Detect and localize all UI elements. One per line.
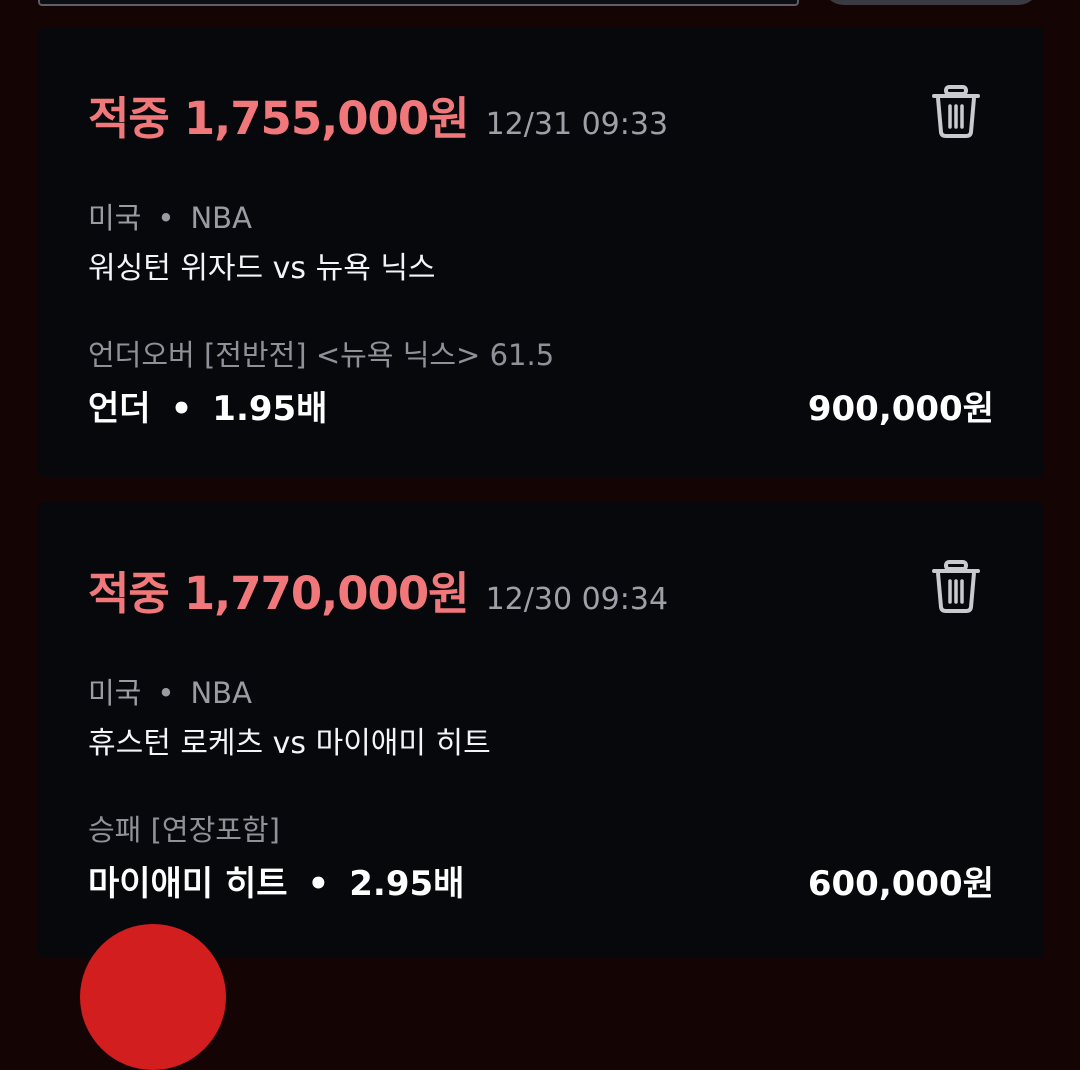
match-title: 워싱턴 위자드 vs 뉴욕 닉스 (88, 251, 436, 286)
market-label: 승패 [연장포함] (88, 813, 280, 847)
odds-label: 2.95배 (349, 864, 465, 904)
separator-dot: • (157, 201, 175, 235)
trash-icon[interactable] (931, 85, 981, 139)
result-status: 적중 (88, 92, 170, 145)
top-action-button[interactable] (822, 0, 1040, 5)
bet-result: 적중 1,770,000원 12/30 09:34 (88, 557, 668, 622)
pick-info: 언더 • 1.95배 (88, 381, 327, 430)
bet-card: 적중 1,755,000원 12/31 09:33 미국 • NBA 워싱턴 위자드… (38, 27, 1044, 477)
bet-result: 적중 1,755,000원 12/31 09:33 (88, 82, 668, 147)
search-input[interactable] (38, 0, 799, 6)
separator-dot: • (170, 389, 193, 429)
match-title: 휴스턴 로케츠 vs 마이애미 히트 (88, 726, 491, 761)
payout-amount: 1,755,000원 (183, 92, 470, 145)
odds-label: 1.95배 (212, 389, 328, 429)
floating-action-button[interactable] (80, 924, 226, 1070)
pick-info: 마이애미 히트 • 2.95배 (88, 856, 464, 905)
separator-dot: • (307, 864, 330, 904)
league-info: 미국 • NBA (88, 195, 252, 237)
trash-icon[interactable] (931, 560, 981, 614)
league-info: 미국 • NBA (88, 670, 252, 712)
result-status: 적중 (88, 567, 170, 620)
bet-timestamp: 12/31 09:33 (485, 107, 669, 142)
stake-amount: 900,000원 (807, 389, 994, 429)
separator-dot: • (157, 676, 175, 710)
pick-label: 마이애미 히트 (88, 864, 288, 904)
bet-card: 적중 1,770,000원 12/30 09:34 미국 • NBA 휴스턴 로케츠… (38, 502, 1044, 958)
league-label: NBA (190, 676, 252, 710)
country-label: 미국 (88, 676, 142, 710)
league-label: NBA (190, 201, 252, 235)
pick-label: 언더 (88, 389, 151, 429)
stake-amount: 600,000원 (807, 864, 994, 904)
payout-amount: 1,770,000원 (183, 567, 470, 620)
bet-timestamp: 12/30 09:34 (485, 582, 669, 617)
country-label: 미국 (88, 201, 142, 235)
market-label: 언더오버 [전반전] <뉴욕 닉스> 61.5 (88, 338, 555, 372)
